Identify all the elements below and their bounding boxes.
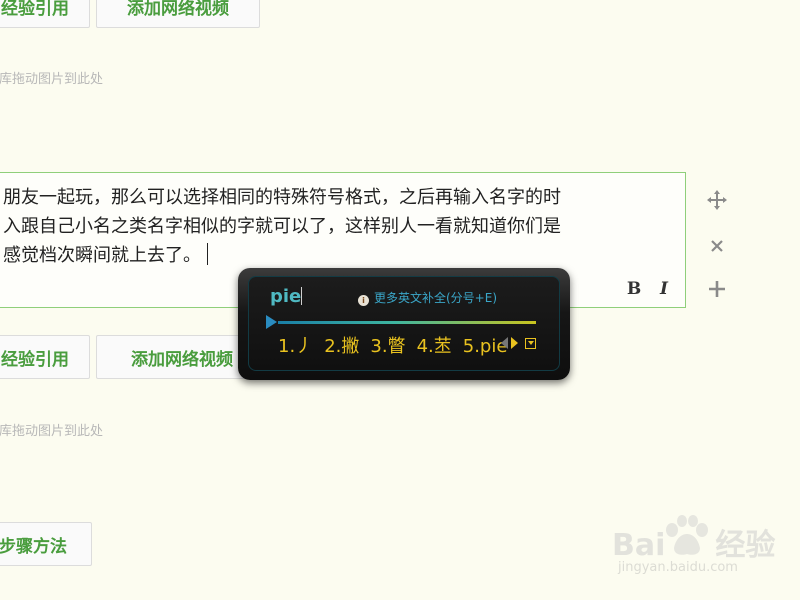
- drop-image-hint: 图库拖动图片到此处: [0, 72, 104, 87]
- ime-composition-text: pie: [270, 286, 302, 307]
- ime-candidate-list: 1.丿 2.撇 3.瞥 4.苤 5.pie: [278, 332, 518, 358]
- editor-line: 朋友一起玩，那么可以选择相同的特殊符号格式，之后再输入名字的时: [3, 187, 561, 208]
- ime-more-hint: 更多英文补全(分号+E): [374, 291, 498, 305]
- steps-method-label: 步骤方法: [0, 536, 67, 557]
- play-icon: [266, 315, 277, 329]
- add-video-button-middle[interactable]: 添加网络视频: [96, 335, 260, 379]
- ime-menu-button[interactable]: [525, 337, 536, 349]
- ime-page-nav: [501, 337, 536, 349]
- ime-composition: pie: [270, 286, 303, 307]
- info-icon: i: [358, 295, 369, 306]
- quote-button-label: 经验引用: [1, 0, 69, 19]
- ime-more-english-link[interactable]: i 更多英文补全(分号+E): [358, 289, 497, 306]
- editor-line: 入跟自己小名之类名字相似的字就可以了，这样别人一看就知道你们是: [3, 216, 561, 237]
- quote-button-middle[interactable]: 经验引用: [0, 335, 90, 379]
- add-video-button-label: 添加网络视频: [127, 0, 229, 19]
- watermark-brand-suffix: 经验: [715, 528, 776, 563]
- steps-method-button[interactable]: 步骤方法: [0, 522, 92, 566]
- drop-image-hint: 图库拖动图片到此处: [0, 424, 104, 439]
- ime-caret: [301, 287, 303, 305]
- editor-content[interactable]: 朋友一起玩，那么可以选择相同的特殊符号格式，之后再输入名字的时 入跟自己小名之类…: [3, 183, 673, 270]
- editor-line: 感觉档次瞬间就上去了。: [3, 241, 673, 270]
- move-icon[interactable]: [704, 187, 730, 213]
- chevron-down-icon: [527, 341, 534, 345]
- add-video-button-label: 添加网络视频: [131, 349, 233, 370]
- ime-candidate[interactable]: 1.丿: [278, 336, 313, 357]
- ime-candidate[interactable]: 2.撇: [324, 336, 359, 357]
- baidu-jingyan-watermark: Bai 经验: [612, 520, 775, 564]
- editor-line-text: 感觉档次瞬间就上去了。: [3, 245, 201, 266]
- plus-icon[interactable]: [704, 276, 730, 302]
- watermark-url: jingyan.baidu.com: [618, 560, 738, 575]
- page-prev-icon[interactable]: [501, 337, 508, 349]
- ime-candidate[interactable]: 4.苤: [417, 336, 452, 357]
- text-caret: [207, 243, 208, 265]
- close-icon[interactable]: [704, 233, 730, 259]
- watermark-brand: Bai: [612, 528, 666, 563]
- add-video-button-top[interactable]: 添加网络视频: [96, 0, 260, 28]
- ime-progress-bar: [278, 321, 536, 324]
- page-next-icon[interactable]: [511, 337, 518, 349]
- quote-button-label: 经验引用: [1, 349, 69, 370]
- bold-button[interactable]: B: [621, 275, 647, 303]
- ime-candidate-window: pie i 更多英文补全(分号+E) 1.丿 2.撇 3.瞥 4.苤 5.pie: [238, 268, 570, 380]
- ime-candidate[interactable]: 3.瞥: [370, 336, 405, 357]
- italic-button[interactable]: I: [651, 275, 677, 303]
- quote-button-top[interactable]: 经验引用: [0, 0, 90, 28]
